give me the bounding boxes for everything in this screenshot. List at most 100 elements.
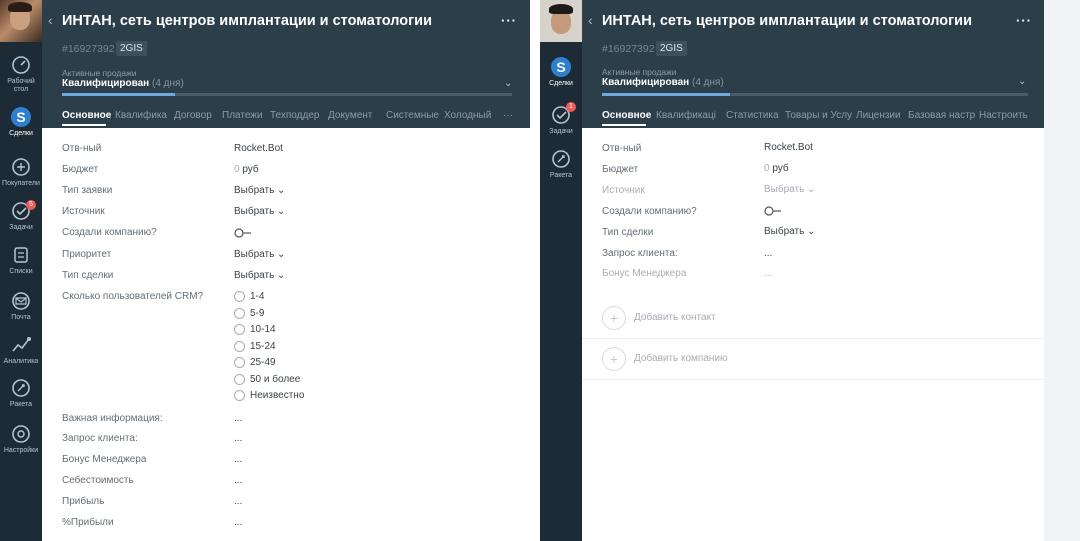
nav-desk[interactable]: Рабочий стол (0, 54, 42, 94)
deal-type-select[interactable]: Выбрать ⌄ (234, 270, 285, 281)
budget-value[interactable]: 0 руб (234, 164, 259, 175)
source-select[interactable]: Выбрать ⌄ (764, 184, 815, 195)
source-select[interactable]: Выбрать ⌄ (234, 206, 285, 217)
profit-percent-value[interactable]: ... (234, 517, 242, 528)
crm-users-radio[interactable] (234, 341, 245, 352)
manager-bonus-value[interactable]: ... (764, 268, 772, 279)
deal-tag[interactable]: 2GIS (656, 41, 687, 56)
nav-buyers[interactable]: Покупатели (0, 156, 42, 188)
deal-type-select[interactable]: Выбрать ⌄ (764, 226, 815, 237)
manager-bonus-value[interactable]: ... (234, 454, 242, 465)
settings-icon (12, 425, 30, 443)
cost-value[interactable]: ... (234, 475, 242, 486)
nav-analytics[interactable]: Аналитика (0, 334, 42, 366)
user-avatar[interactable] (0, 0, 42, 42)
tasks-badge: 5 (26, 200, 36, 210)
nav-lists[interactable]: Списки (0, 244, 42, 276)
responsible-value[interactable]: Rocket.Bot (764, 142, 813, 153)
crm-users-radio[interactable] (234, 308, 245, 319)
crm-users-radio[interactable] (234, 324, 245, 335)
company-created-toggle[interactable] (234, 228, 252, 238)
tab-more[interactable]: ··· (503, 110, 513, 121)
deal-title[interactable]: ИНТАН, сеть центров имплантации и стомат… (602, 13, 972, 29)
tab-basic-settings[interactable]: Базовая настр (908, 110, 975, 121)
stage-duration: (4 дня) (152, 78, 184, 89)
deal-title[interactable]: ИНТАН, сеть центров имплантации и стомат… (62, 13, 432, 29)
nav-tasks[interactable]: Задачи 5 (0, 200, 42, 232)
nav-desk-label2: стол (13, 86, 29, 93)
add-company-row[interactable]: + Добавить компанию (582, 339, 1044, 380)
budget-currency: руб (242, 164, 259, 175)
stage-dropdown-chevron-icon[interactable]: ⌄ (504, 78, 512, 89)
user-avatar[interactable] (540, 0, 582, 42)
field-label: Отв-ный (62, 143, 102, 154)
crm-users-radio[interactable] (234, 357, 245, 368)
mail-icon (12, 292, 30, 310)
more-options-icon[interactable]: ··· (501, 13, 517, 28)
plus-icon: + (602, 306, 626, 330)
deal-tag[interactable]: 2GIS (116, 41, 147, 56)
stage-progress (62, 93, 512, 96)
tab-payments[interactable]: Платежи (222, 110, 263, 121)
radio-label: 50 и более (250, 374, 301, 385)
stage-progress (602, 93, 1028, 96)
rocket-icon (552, 150, 570, 168)
stage-progress-fill (62, 93, 175, 96)
field-label: Бюджет (62, 164, 99, 175)
field-label: Источник (602, 185, 645, 196)
responsible-value[interactable]: Rocket.Bot (234, 143, 283, 154)
field-label: Создали компанию? (602, 206, 697, 217)
company-created-toggle[interactable] (764, 206, 782, 216)
profit-value[interactable]: ... (234, 496, 242, 507)
tab-main[interactable]: Основное (602, 110, 651, 121)
nav-rocket[interactable]: Ракета (0, 377, 42, 409)
crm-users-radio[interactable] (234, 291, 245, 302)
tab-qualification[interactable]: Квалифика (115, 110, 167, 121)
stage-select[interactable]: Квалифицирован (4 дня) (602, 77, 724, 88)
tab-contract[interactable]: Договор (174, 110, 212, 121)
tab-statistics[interactable]: Статистика (726, 110, 779, 121)
crm-users-radio[interactable] (234, 390, 245, 401)
stage-select[interactable]: Квалифицирован (4 дня) (62, 78, 184, 89)
back-chevron-icon[interactable]: ‹ (48, 12, 53, 28)
tasks-badge: 1 (566, 102, 576, 112)
crm-users-radio[interactable] (234, 374, 245, 385)
nav-deals[interactable]: S Сделки (540, 56, 582, 88)
request-type-select[interactable]: Выбрать ⌄ (234, 185, 285, 196)
tab-cold[interactable]: Холодный (444, 110, 491, 121)
important-info-value[interactable]: ... (234, 413, 242, 424)
client-request-value[interactable]: ... (234, 433, 242, 444)
add-contact-row[interactable]: + Добавить контакт (582, 298, 1044, 339)
buyers-icon (12, 158, 30, 176)
nav-mail[interactable]: Почта (0, 290, 42, 322)
back-chevron-icon[interactable]: ‹ (588, 12, 593, 28)
stage-name: Квалифицирован (602, 77, 690, 88)
tab-licenses[interactable]: Лицензии (856, 110, 901, 121)
nav-rocket[interactable]: Ракета (540, 148, 582, 180)
nav-buyers-label: Покупатели (2, 180, 40, 187)
nav-deals[interactable]: S Сделки (0, 106, 42, 138)
stage-name: Квалифицирован (62, 78, 150, 89)
nav-tasks-label: Задачи (549, 128, 573, 135)
tab-support[interactable]: Техподдер (270, 110, 319, 121)
tab-documents[interactable]: Документ (328, 110, 372, 121)
priority-select[interactable]: Выбрать ⌄ (234, 249, 285, 260)
budget-value[interactable]: 0 руб (764, 163, 789, 174)
tab-configure[interactable]: Настроить (979, 110, 1028, 121)
more-options-icon[interactable]: ··· (1016, 13, 1032, 28)
nav-settings[interactable]: Настройки (0, 423, 42, 455)
stage-progress-fill (602, 93, 730, 96)
field-label: Источник (62, 206, 105, 217)
tab-qualification[interactable]: Квалификаці (656, 110, 716, 121)
client-request-value[interactable]: ... (764, 248, 772, 259)
nav-tasks[interactable]: Задачи 1 (540, 102, 582, 136)
stage-dropdown-chevron-icon[interactable]: ⌄ (1018, 76, 1026, 87)
tab-products[interactable]: Товары и Услу (785, 110, 852, 121)
field-label: Важная информация: (62, 413, 163, 424)
nav-deals-label: Сделки (549, 80, 573, 87)
stage-duration: (4 дня) (692, 77, 724, 88)
deal-id: #16927392 (62, 43, 115, 55)
tab-system[interactable]: Системные (386, 110, 439, 121)
tab-main[interactable]: Основное (62, 110, 111, 121)
dashboard-icon (12, 56, 30, 74)
